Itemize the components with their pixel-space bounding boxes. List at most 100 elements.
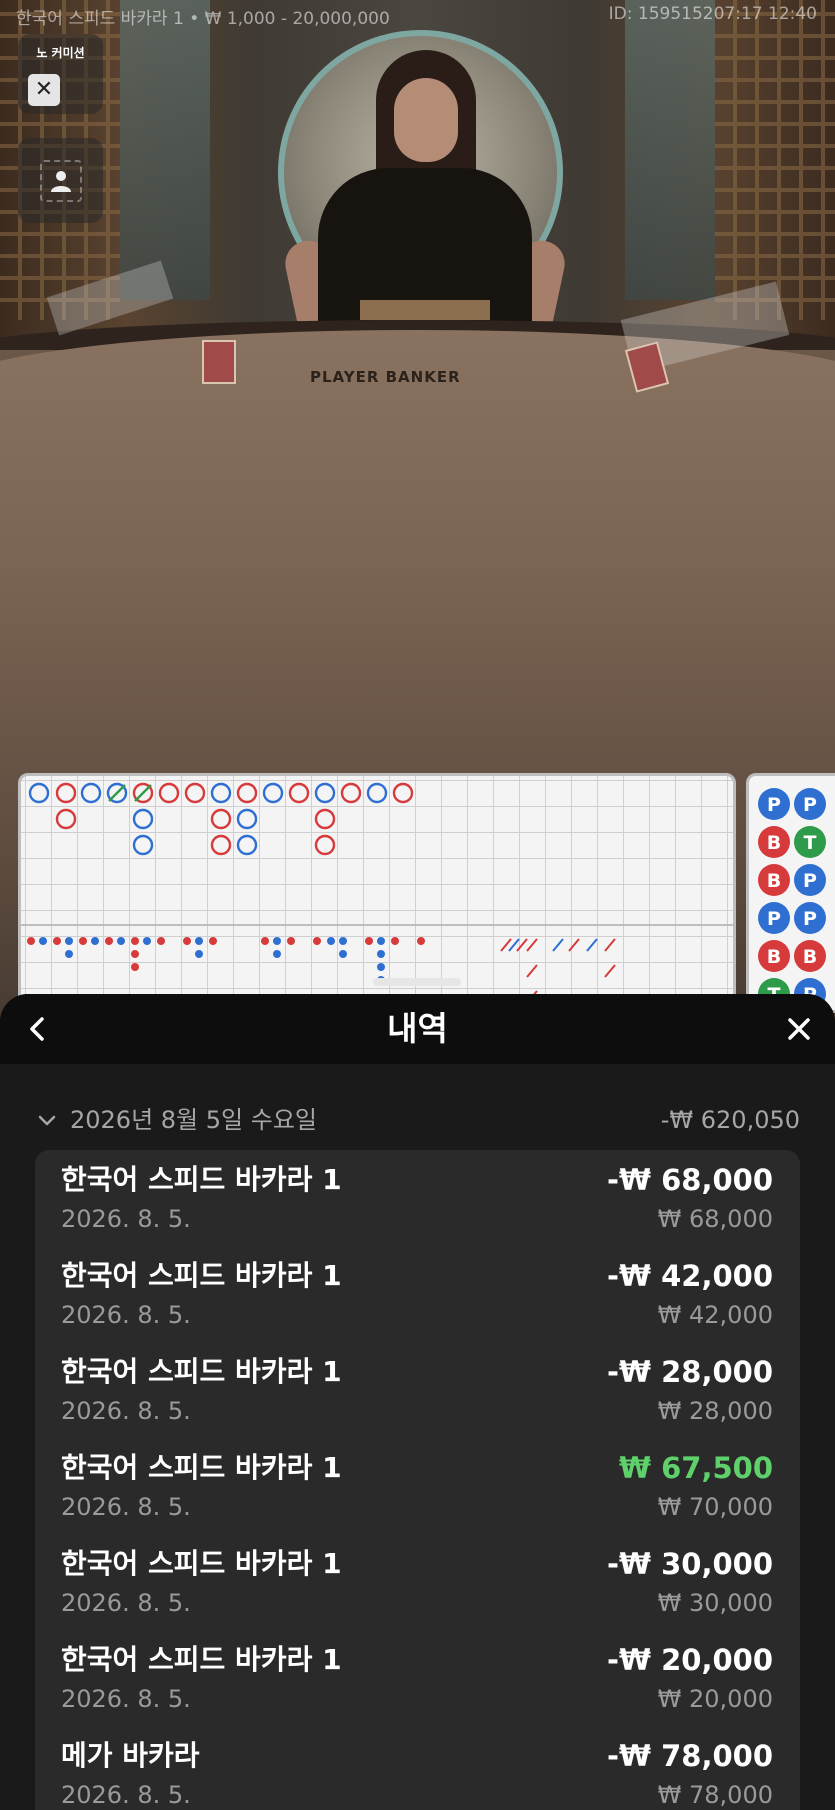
item-date: 2026. 8. 5. [61, 1781, 191, 1809]
road-mark [210, 808, 232, 830]
table-title: 한국어 스피드 바카라 1 • ₩ 1,000 - 20,000,000 [16, 9, 390, 29]
bead-road-marks: PPBTBPPPBBTP [758, 788, 826, 1010]
road-mark [80, 782, 102, 804]
close-video-button[interactable]: ✕ [28, 74, 60, 106]
stake-amount: ₩ 20,000 [657, 1685, 773, 1713]
game-name: 한국어 스피드 바카라 1 [61, 1547, 342, 1580]
road-mark [236, 834, 258, 856]
bead-T: T [794, 826, 826, 858]
bead-P: P [794, 864, 826, 896]
panel-right [625, 0, 715, 300]
big-road [18, 773, 736, 1013]
svg-text:B: B [803, 946, 817, 968]
game-name: 한국어 스피드 바카라 1 [61, 1259, 342, 1292]
bead-B: B [758, 940, 790, 972]
svg-text:P: P [767, 794, 781, 816]
road-mark [132, 808, 154, 830]
chevron-down-icon [38, 1115, 56, 1126]
table-print: PLAYER BANKER [310, 368, 461, 386]
game-name: 한국어 스피드 바카라 1 [61, 1355, 342, 1388]
road-mark [262, 782, 284, 804]
stake-amount: ₩ 70,000 [657, 1493, 773, 1521]
history-item[interactable]: 한국어 스피드 바카라 1 2026. 8. 5. -₩ 30,000 ₩ 30… [35, 1534, 800, 1630]
sheet-title: 내역 [387, 1009, 448, 1048]
stake-amount: ₩ 28,000 [657, 1397, 773, 1425]
camera-toggle-button[interactable] [18, 138, 103, 223]
history-item[interactable]: 한국어 스피드 바카라 1 2026. 8. 5. -₩ 28,000 ₩ 28… [35, 1342, 800, 1438]
road-mark [392, 782, 414, 804]
history-item[interactable]: 한국어 스피드 바카라 1 2026. 8. 5. -₩ 20,000 ₩ 20… [35, 1630, 800, 1726]
history-item[interactable]: 한국어 스피드 바카라 1 2026. 8. 5. -₩ 42,000 ₩ 42… [35, 1246, 800, 1342]
stake-amount: ₩ 30,000 [657, 1589, 773, 1617]
svg-text:P: P [767, 908, 781, 930]
person-icon [51, 171, 71, 192]
road-mark [340, 782, 362, 804]
road-mark [28, 782, 50, 804]
road-mark [366, 782, 388, 804]
panel-left [120, 0, 210, 300]
card [202, 340, 236, 384]
item-date: 2026. 8. 5. [61, 1493, 191, 1521]
game-name: 메가 바카라 [61, 1739, 200, 1772]
road-mark [158, 782, 180, 804]
result-amount: ₩ 67,500 [619, 1451, 773, 1485]
item-date: 2026. 8. 5. [61, 1685, 191, 1713]
road-mark [184, 782, 206, 804]
history-item[interactable]: 메가 바카라 2026. 8. 5. -₩ 78,000 ₩ 78,000 [35, 1726, 800, 1810]
lattice-right [715, 0, 835, 320]
bead-P: P [758, 902, 790, 934]
svg-text:B: B [767, 870, 781, 892]
stake-amount: ₩ 78,000 [657, 1781, 773, 1809]
mode-panel: 노 커미션 ✕ [18, 34, 103, 114]
result-amount: -₩ 28,000 [606, 1355, 773, 1389]
game-name: 한국어 스피드 바카라 1 [61, 1643, 342, 1676]
road-mark [314, 834, 336, 856]
game-name: 한국어 스피드 바카라 1 [61, 1163, 342, 1196]
game-name: 한국어 스피드 바카라 1 [61, 1451, 342, 1484]
road-mark [314, 808, 336, 830]
history-sheet: 내역 2026년 8월 5일 수요일 -₩ 620,050 한국어 스피드 바카… [0, 994, 835, 1810]
result-amount: -₩ 68,000 [606, 1163, 773, 1197]
sheet-drag-handle[interactable] [373, 978, 461, 986]
svg-text:B: B [767, 946, 781, 968]
result-amount: -₩ 20,000 [606, 1643, 773, 1677]
result-amount: -₩ 42,000 [606, 1259, 773, 1293]
bead-road: PPBTBPPPBBTP [746, 773, 835, 1013]
round-id: ID: 159515207:17 12:40 [608, 4, 817, 24]
item-date: 2026. 8. 5. [61, 1301, 191, 1329]
road-mark [236, 782, 258, 804]
item-date: 2026. 8. 5. [61, 1205, 191, 1233]
road-mark [314, 782, 336, 804]
bead-P: P [758, 788, 790, 820]
stake-amount: ₩ 42,000 [657, 1301, 773, 1329]
date-group-header[interactable]: 2026년 8월 5일 수요일 -₩ 620,050 [0, 1102, 835, 1138]
item-date: 2026. 8. 5. [61, 1589, 191, 1617]
result-amount: -₩ 78,000 [606, 1739, 773, 1773]
history-item[interactable]: 한국어 스피드 바카라 1 2026. 8. 5. -₩ 68,000 ₩ 68… [35, 1150, 800, 1246]
svg-text:T: T [804, 832, 817, 854]
bead-B: B [794, 940, 826, 972]
svg-text:B: B [767, 832, 781, 854]
close-button[interactable] [781, 1011, 817, 1047]
bead-P: P [794, 902, 826, 934]
road-mark [132, 834, 154, 856]
stake-amount: ₩ 68,000 [657, 1205, 773, 1233]
road-mark [210, 834, 232, 856]
road-mark [288, 782, 310, 804]
history-list: 한국어 스피드 바카라 1 2026. 8. 5. -₩ 68,000 ₩ 68… [35, 1150, 800, 1810]
sheet-header: 내역 [0, 994, 835, 1064]
bead-B: B [758, 826, 790, 858]
mode-label: 노 커미션 [36, 46, 85, 60]
item-date: 2026. 8. 5. [61, 1397, 191, 1425]
group-date: 2026년 8월 5일 수요일 [70, 1106, 317, 1134]
svg-text:P: P [803, 870, 817, 892]
road-mark [55, 808, 77, 830]
bead-B: B [758, 864, 790, 896]
history-item[interactable]: 한국어 스피드 바카라 1 2026. 8. 5. ₩ 67,500 ₩ 70,… [35, 1438, 800, 1534]
road-mark [210, 782, 232, 804]
road-mark [55, 782, 77, 804]
svg-text:P: P [803, 908, 817, 930]
svg-text:P: P [803, 794, 817, 816]
group-total: -₩ 620,050 [660, 1106, 800, 1134]
result-amount: -₩ 30,000 [606, 1547, 773, 1581]
